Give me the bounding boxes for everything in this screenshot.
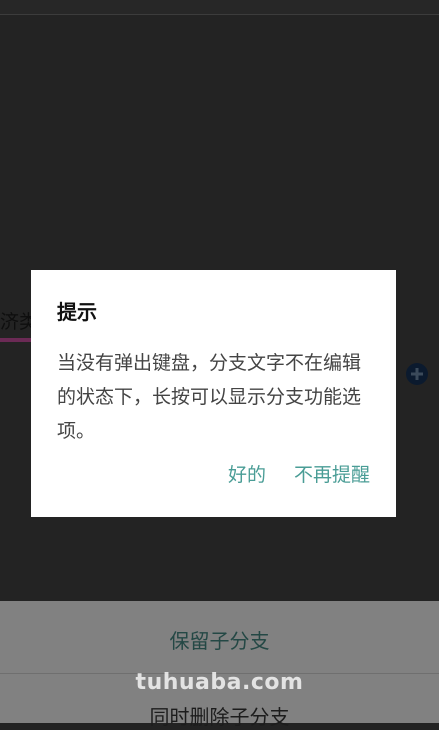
hint-dialog: 提示 当没有弹出键盘，分支文字不在编辑的状态下，长按可以显示分支功能选项。 好的… (31, 270, 396, 517)
dialog-title: 提示 (57, 300, 97, 324)
top-bar (0, 0, 439, 15)
delete-children-option[interactable]: 同时删除子分支 (0, 701, 439, 730)
watermark: tuhuaba.com (135, 670, 304, 695)
dialog-actions: 好的 不再提醒 (228, 460, 370, 487)
ok-button[interactable]: 好的 (228, 460, 266, 487)
add-node-icon[interactable] (405, 362, 429, 386)
node-underline (0, 338, 32, 342)
dialog-message: 当没有弹出键盘，分支文字不在编辑的状态下，长按可以显示分支功能选项。 (57, 352, 362, 442)
bottom-sheet: 保留子分支 同时删除子分支 (0, 601, 439, 729)
keep-children-option[interactable]: 保留子分支 (0, 625, 439, 654)
dont-remind-button[interactable]: 不再提醒 (294, 460, 370, 487)
